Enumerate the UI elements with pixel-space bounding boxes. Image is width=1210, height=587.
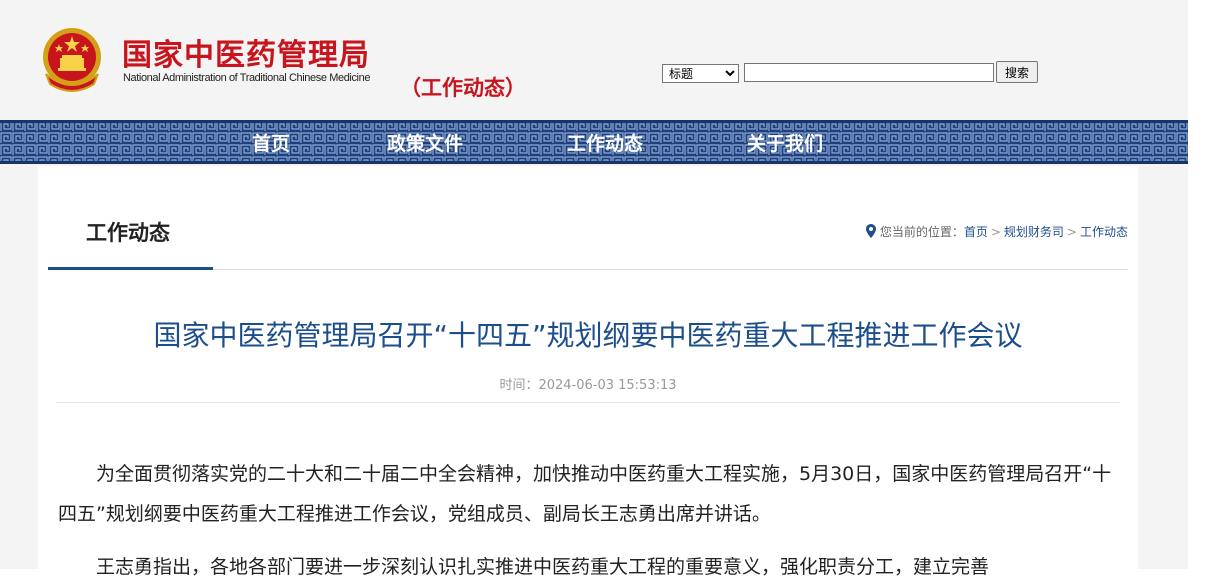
breadcrumb-separator: > — [990, 225, 1001, 239]
breadcrumb-home[interactable]: 首页 — [964, 225, 988, 239]
breadcrumb-prefix: 您当前的位置： — [879, 225, 964, 239]
site-logo-text: 国家中医药管理局 — [122, 38, 370, 73]
breadcrumb-separator: > — [1066, 225, 1077, 239]
nav-item-policy[interactable]: 政策文件 — [387, 129, 463, 156]
nav-item-about[interactable]: 关于我们 — [747, 129, 823, 156]
section-title-underline — [48, 267, 213, 270]
national-emblem-icon — [43, 28, 101, 92]
breadcrumb-current[interactable]: 工作动态 — [1080, 225, 1128, 239]
search-field-select[interactable]: 标题 — [662, 64, 739, 83]
article-divider — [56, 402, 1120, 403]
article-paragraph: 为全面贯彻落实党的二十大和二十届二中全会精神，加快推动中医药重大工程实施，5月3… — [58, 463, 1112, 525]
nav-item-home[interactable]: 首页 — [252, 129, 290, 156]
article-time: 时间：2024-06-03 15:53:13 — [499, 378, 677, 393]
nav-item-work-news[interactable]: 工作动态 — [567, 129, 643, 156]
location-pin-icon — [865, 224, 876, 238]
site-logo-english: National Administration of Traditional C… — [123, 72, 371, 84]
main-content: 工作动态 您当前的位置：首页 > 规划财务司 > 工作动态 国家中医药管理局召开“十四五… — [38, 166, 1138, 578]
article-title: 国家中医药管理局召开“十四五”规划纲要中医药重大工程推进工作会议 — [153, 319, 1023, 352]
site-header: 国家中医药管理局 National Administration of Trad… — [0, 0, 1188, 120]
window-gutter — [1188, 0, 1210, 569]
site-section-label: （工作动态） — [400, 76, 526, 100]
section-title: 工作动态 — [86, 221, 170, 245]
breadcrumb-department[interactable]: 规划财务司 — [1004, 225, 1064, 239]
breadcrumb: 您当前的位置：首页 > 规划财务司 > 工作动态 — [865, 223, 1128, 240]
search-button[interactable]: 搜索 — [996, 61, 1038, 83]
main-nav: 首页 政策文件 工作动态 关于我们 — [0, 120, 1188, 164]
search-input[interactable] — [744, 63, 994, 82]
article-paragraph: 王志勇指出，各地各部门要进一步深刻认识扎实推进中医药重大工程的重要意义，强化职责… — [96, 556, 990, 578]
